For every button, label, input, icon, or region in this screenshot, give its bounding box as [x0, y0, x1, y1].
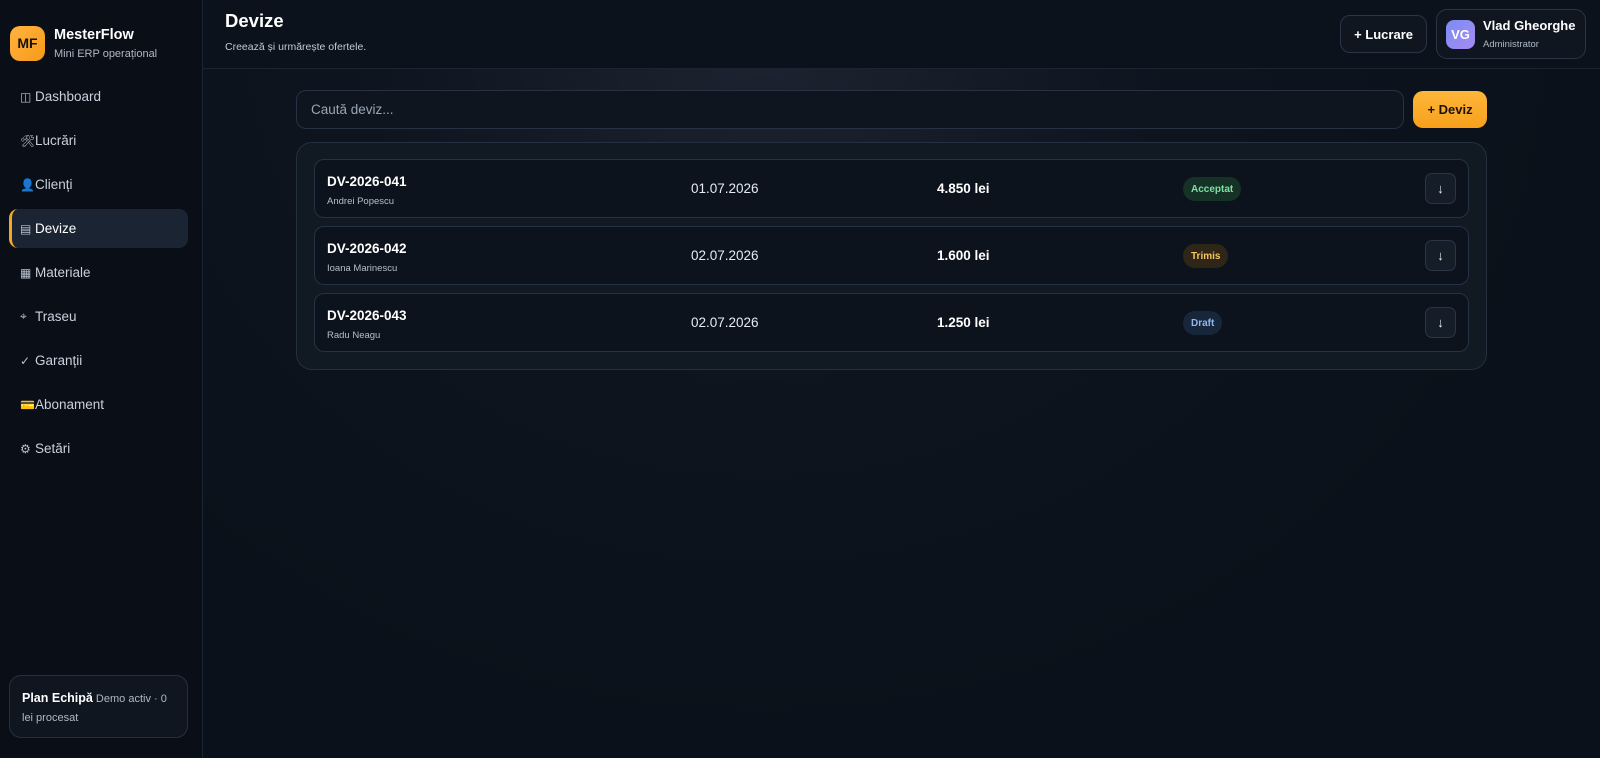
download-icon: ↓	[1437, 248, 1444, 263]
download-button[interactable]: ↓	[1425, 307, 1456, 338]
quote-date: 01.07.2026	[691, 181, 759, 196]
quote-id: DV-2026-043	[327, 308, 407, 323]
quote-date: 02.07.2026	[691, 248, 759, 263]
status-badge: Trimis	[1183, 244, 1229, 268]
document-icon: ▤	[20, 221, 32, 236]
quote-client: Ioana Marinescu	[327, 263, 398, 274]
sidebar-item-label: Garanții	[35, 353, 83, 368]
sidebar-item-label: Dashboard	[35, 89, 102, 104]
list-item[interactable]: DV-2026-043 Radu Neagu 02.07.2026 1.250 …	[314, 293, 1469, 352]
page-title: Devize	[225, 9, 284, 31]
sidebar: MF MesterFlow Mini ERP operațional ◫ Das…	[0, 0, 203, 758]
new-work-button[interactable]: + Lucrare	[1340, 15, 1427, 53]
brand: MF MesterFlow Mini ERP operațional	[0, 0, 202, 68]
app-root: MF MesterFlow Mini ERP operațional ◫ Das…	[0, 0, 1600, 758]
user-info: Vlad Gheorghe Administrator	[1483, 18, 1575, 50]
topbar: Devize Creează și urmărește ofertele. + …	[203, 0, 1600, 69]
quotes-list: DV-2026-041 Andrei Popescu 01.07.2026 4.…	[296, 142, 1487, 370]
sidebar-item-label: Abonament	[35, 397, 105, 412]
sidebar-item-abonament[interactable]: 💳 Abonament	[9, 385, 188, 424]
page-heading: Devize Creează și urmărește ofertele.	[225, 10, 367, 53]
gear-icon: ⚙	[20, 441, 31, 456]
quote-id: DV-2026-041	[327, 174, 407, 189]
dashboard-icon: ◫	[20, 89, 32, 104]
status-badge: Draft	[1183, 311, 1223, 335]
list-item[interactable]: DV-2026-041 Andrei Popescu 01.07.2026 4.…	[314, 159, 1469, 218]
quote-amount: 1.250 lei	[937, 315, 990, 330]
quote-date: 02.07.2026	[691, 315, 759, 330]
sidebar-item-label: Clienți	[35, 177, 73, 192]
user-icon: 👤	[20, 177, 35, 192]
user-role: Administrator	[1483, 39, 1539, 50]
sidebar-item-clienti[interactable]: 👤 Clienți	[9, 165, 188, 204]
brand-text: MesterFlow Mini ERP operațional	[54, 27, 157, 60]
quote-client: Radu Neagu	[327, 330, 381, 341]
sidebar-item-lucrari[interactable]: 🛠 Lucrări	[9, 121, 188, 160]
page-subtitle: Creează și urmărește ofertele.	[225, 40, 367, 53]
check-icon: ✓	[20, 353, 31, 368]
sidebar-item-label: Setări	[35, 441, 71, 456]
plan-title: Plan Echipă	[22, 691, 93, 705]
quote-amount: 4.850 lei	[937, 181, 990, 196]
sidebar-item-materiale[interactable]: ▦ Materiale	[9, 253, 188, 292]
quote-id: DV-2026-042	[327, 241, 407, 256]
avatar: VG	[1446, 19, 1475, 49]
sidebar-nav: ◫ Dashboard 🛠 Lucrări 👤 Clienți ▤ Devize…	[0, 77, 202, 468]
user-menu[interactable]: VG Vlad Gheorghe Administrator	[1436, 9, 1586, 59]
sidebar-item-label: Lucrări	[35, 133, 77, 148]
search-input[interactable]	[296, 90, 1405, 129]
sidebar-item-setari[interactable]: ⚙ Setări	[9, 429, 188, 468]
sidebar-item-garantii[interactable]: ✓ Garanții	[9, 341, 188, 380]
status-badge: Acceptat	[1183, 177, 1242, 201]
sidebar-item-label: Materiale	[35, 265, 91, 280]
quote-client: Andrei Popescu	[327, 196, 395, 207]
sidebar-item-label: Devize	[35, 221, 77, 236]
credit-card-icon: 💳	[20, 397, 35, 412]
sidebar-item-traseu[interactable]: ⌖ Traseu	[9, 297, 188, 336]
download-icon: ↓	[1437, 315, 1444, 330]
brand-logo: MF	[10, 25, 45, 61]
brand-subtitle: Mini ERP operațional	[54, 47, 158, 60]
route-icon: ⌖	[20, 309, 27, 323]
sidebar-item-devize[interactable]: ▤ Devize	[9, 209, 188, 248]
list-item[interactable]: DV-2026-042 Ioana Marinescu 02.07.2026 1…	[314, 226, 1469, 285]
plan-card: Plan Echipă Demo activ · 0 lei procesat	[9, 675, 188, 738]
brand-name: MesterFlow	[54, 26, 134, 43]
search-row: + Deviz	[296, 90, 1487, 129]
grid-icon: ▦	[20, 265, 32, 280]
quotes-content: + Deviz DV-2026-041 Andrei Popescu 01.07…	[296, 90, 1487, 370]
tools-icon: 🛠	[20, 133, 36, 148]
add-quote-button[interactable]: + Deviz	[1413, 91, 1487, 128]
top-actions: + Lucrare VG Vlad Gheorghe Administrator	[1340, 9, 1586, 59]
main-area: Devize Creează și urmărește ofertele. + …	[203, 0, 1600, 758]
sidebar-item-dashboard[interactable]: ◫ Dashboard	[9, 77, 188, 116]
quote-amount: 1.600 lei	[937, 248, 990, 263]
download-button[interactable]: ↓	[1425, 240, 1456, 271]
download-button[interactable]: ↓	[1425, 173, 1456, 204]
user-name: Vlad Gheorghe	[1483, 18, 1576, 33]
download-icon: ↓	[1437, 181, 1444, 196]
sidebar-item-label: Traseu	[35, 309, 77, 324]
